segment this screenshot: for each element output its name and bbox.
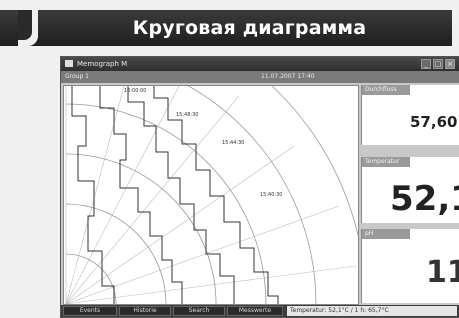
measurements-button[interactable]: Messwerte [227, 306, 283, 316]
bottom-toolbar: Events Historie Search Messwerte Tempera… [61, 305, 459, 317]
time-tick-label: 15:44:30 [222, 140, 244, 146]
time-tick-label: 15:40:30 [260, 192, 282, 198]
group-label[interactable]: Group 1 [65, 71, 89, 83]
panel-label: Durchfluss [362, 85, 410, 95]
history-button[interactable]: Historie [119, 306, 171, 316]
value-panel-ph: pH 11 [361, 229, 459, 303]
concentric-ring [65, 103, 267, 304]
panel-label: pH [362, 229, 410, 239]
radial-gridline [65, 86, 180, 304]
panel-label: Temperatur [362, 157, 410, 167]
circular-chart-canvas: 16:00:00 15:48:30 15:44:30 15:40:30 [65, 86, 358, 304]
concentric-ring [65, 203, 167, 304]
close-button[interactable]: × [445, 59, 455, 69]
page-title: Круговая диаграмма [132, 17, 367, 39]
search-button[interactable]: Search [173, 306, 225, 316]
maximize-icon: □ [434, 60, 442, 68]
app-window: Memograph M _ □ × Group 1 11.07.2007 17:… [60, 56, 459, 318]
panel-value: 11 [426, 255, 459, 290]
concentric-ring [65, 253, 117, 304]
panel-value: 52,1 . [390, 179, 459, 219]
value-panel-flow: Durchfluss 57,60 . [361, 85, 459, 145]
trace-line [127, 86, 235, 304]
maximize-button[interactable]: □ [433, 59, 443, 69]
app-icon [65, 60, 73, 67]
close-icon: × [447, 60, 453, 68]
minimize-icon: _ [424, 60, 428, 68]
value-panel-temperature: Temperatur 52,1 . [361, 157, 459, 223]
panel-value: 57,60 . [410, 113, 459, 131]
datetime-readout: 11.07.2007 17:40 [261, 73, 315, 80]
status-readout: Temperatur: 52,1°C / 1 h: 65,7°C [287, 306, 457, 316]
time-tick-label: 15:48:30 [176, 112, 198, 118]
radial-gridline [65, 86, 125, 304]
group-bar: Group 1 11.07.2007 17:40 [61, 71, 459, 83]
events-button[interactable]: Events [63, 306, 117, 316]
radial-gridline [65, 265, 357, 304]
window-title: Memograph M [77, 60, 128, 68]
time-tick-label: 16:00:00 [124, 88, 146, 94]
circular-chart[interactable]: 16:00:00 15:48:30 15:44:30 15:40:30 [63, 85, 359, 305]
banner-tab-decoration [18, 10, 38, 46]
minimize-button[interactable]: _ [421, 59, 431, 69]
window-titlebar: Memograph M _ □ × [61, 57, 459, 71]
radial-gridline [65, 145, 295, 304]
